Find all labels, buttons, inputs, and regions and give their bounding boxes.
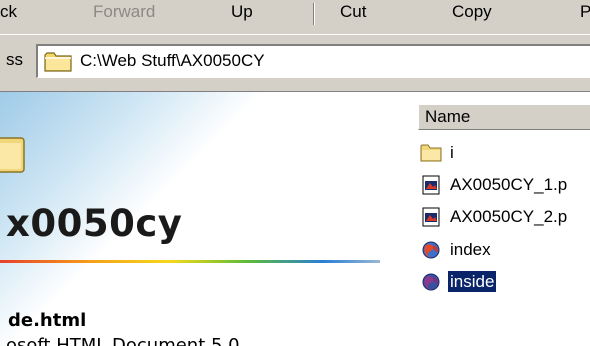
file-label: inside — [446, 270, 498, 293]
toolbar: ck Forward Up Cut Copy P — [0, 0, 590, 34]
rainbow-divider — [0, 260, 380, 263]
image-file-icon — [422, 175, 440, 195]
folder-title: x0050cy — [6, 202, 183, 245]
html-file-icon — [422, 273, 440, 291]
file-list-item[interactable]: index — [418, 235, 590, 265]
back-button[interactable]: ck — [0, 2, 17, 24]
address-bar: ss C:\Web Stuff\AX0050CY — [0, 34, 590, 89]
column-header-name[interactable]: Name — [418, 104, 590, 130]
address-path[interactable]: C:\Web Stuff\AX0050CY — [80, 51, 265, 71]
file-list-pane: Name i AX0050CY_1.p AX0050CY_2.p index i… — [418, 92, 590, 346]
selected-file-type: osoft HTML Document 5.0 — [6, 335, 240, 346]
image-file-icon — [422, 207, 440, 227]
column-header-label: Name — [425, 107, 471, 126]
folder-webview-pane: x0050cy de.html osoft HTML Document 5.0 — [0, 92, 410, 346]
file-list-item[interactable]: AX0050CY_2.p — [418, 202, 590, 232]
forward-button[interactable]: Forward — [93, 2, 155, 24]
address-field[interactable]: C:\Web Stuff\AX0050CY — [36, 44, 590, 78]
file-list-item[interactable]: i — [418, 138, 590, 168]
toolbar-separator — [313, 3, 315, 25]
html-file-icon — [422, 241, 440, 259]
copy-button[interactable]: Copy — [452, 2, 492, 24]
selected-file-name: de.html — [8, 310, 87, 331]
folder-icon — [420, 144, 442, 162]
file-label: i — [450, 143, 454, 162]
file-label: AX0050CY_1.p — [450, 175, 568, 194]
address-label: ss — [6, 50, 23, 69]
up-button[interactable]: Up — [231, 2, 253, 24]
file-list-item[interactable]: AX0050CY_1.p — [418, 170, 590, 200]
large-folder-icon — [0, 137, 25, 173]
cut-button[interactable]: Cut — [340, 2, 366, 24]
paste-button[interactable]: P — [580, 2, 590, 24]
file-list-item-selected[interactable]: inside — [418, 267, 590, 297]
folder-icon — [44, 52, 72, 72]
file-label: AX0050CY_2.p — [450, 207, 568, 226]
file-label: index — [450, 240, 491, 259]
